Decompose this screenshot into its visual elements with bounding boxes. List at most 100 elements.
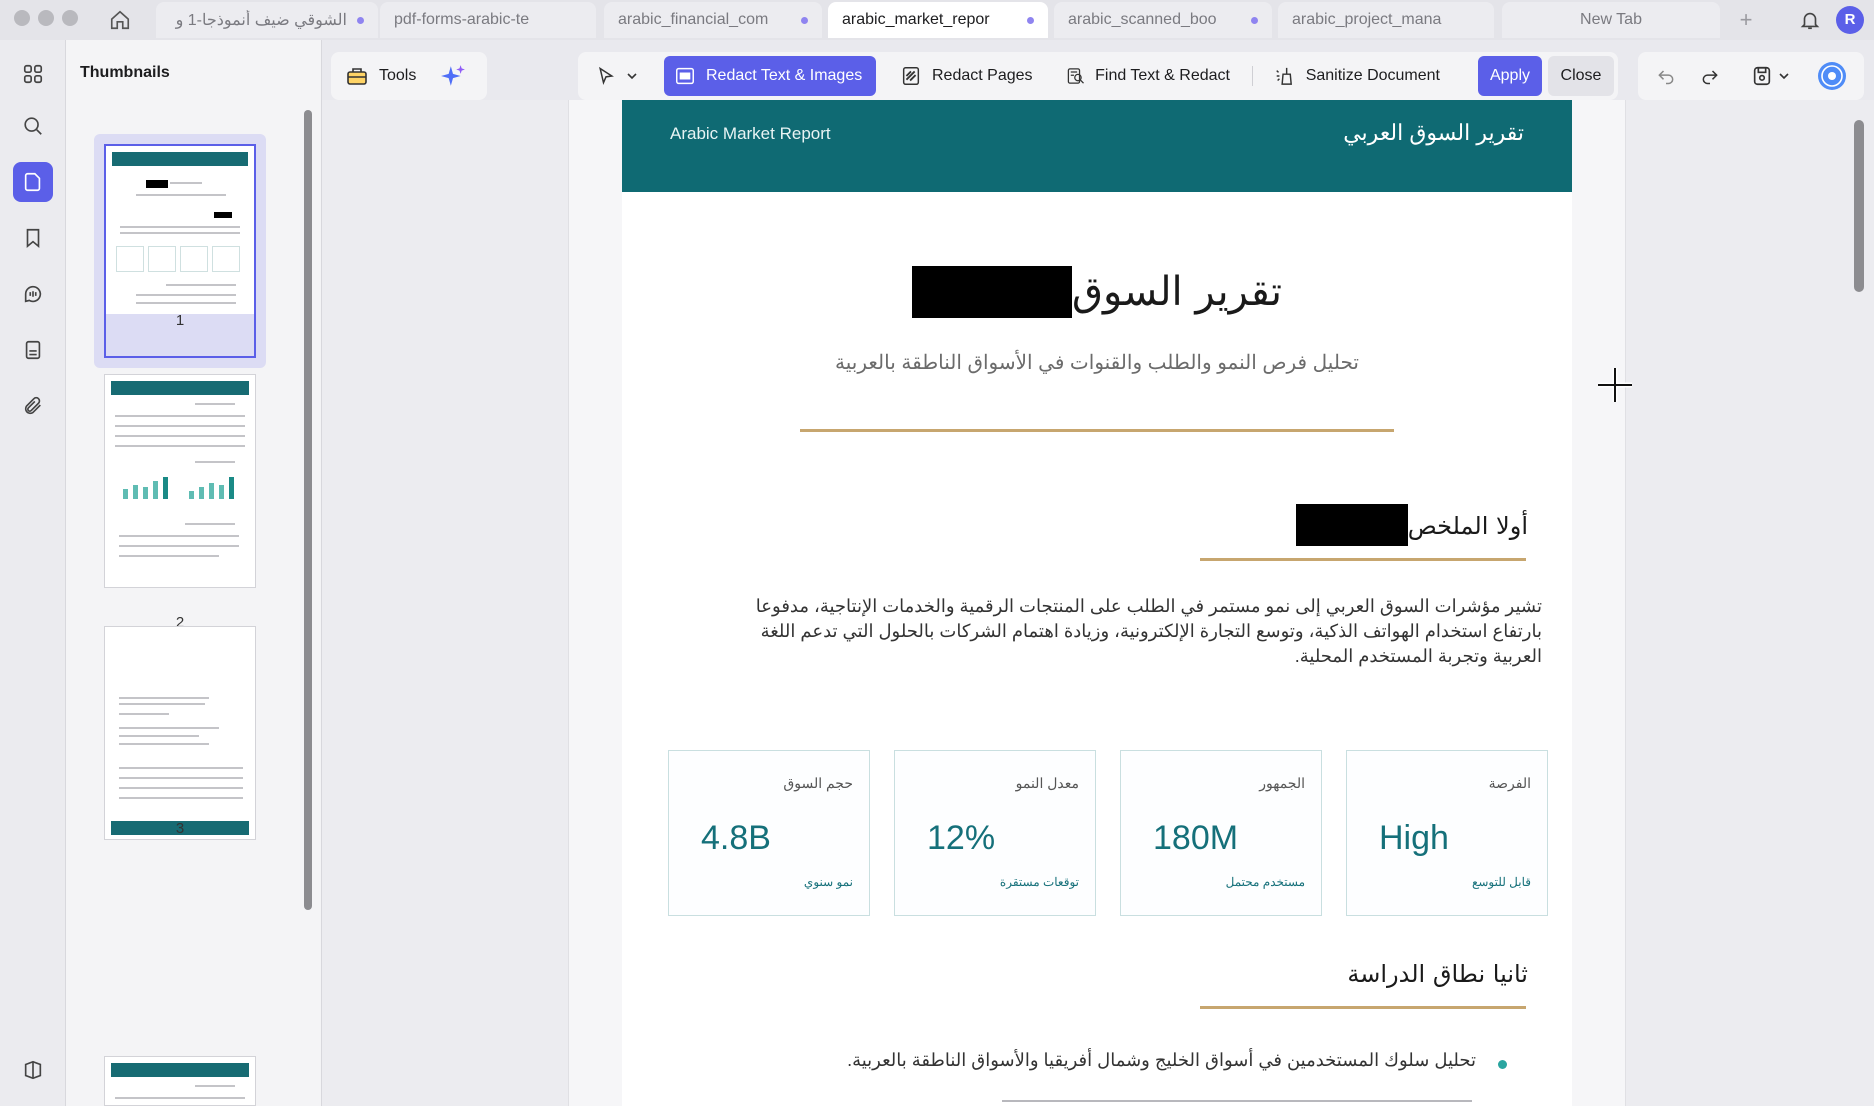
redo-button[interactable] xyxy=(1696,62,1724,90)
find-text-redact-button[interactable]: Find Text & Redact xyxy=(1056,56,1240,96)
thumbnail-page-3[interactable] xyxy=(104,626,256,840)
ai-assistant-button[interactable] xyxy=(1816,60,1848,92)
save-options-dropdown[interactable] xyxy=(1774,62,1794,90)
layers-icon xyxy=(24,1060,42,1080)
thumbnail-line xyxy=(119,555,219,557)
undo-button[interactable] xyxy=(1652,62,1680,90)
window-minimize-button[interactable] xyxy=(38,10,54,26)
sanitize-document-button[interactable]: Sanitize Document xyxy=(1264,56,1450,96)
thumbnail-line xyxy=(195,461,235,463)
bookmarks-button[interactable] xyxy=(13,218,53,258)
thumbnail-line xyxy=(119,777,243,779)
thumbnail-bar xyxy=(123,489,128,499)
thumbnail-chart xyxy=(185,475,245,499)
unsaved-dot-icon xyxy=(801,16,808,24)
search-button[interactable] xyxy=(13,106,53,146)
cut-off-text-line xyxy=(1002,1100,1472,1102)
kpi-value: 180M xyxy=(1153,819,1239,857)
summary-paragraph: تشير مؤشرات السوق العربي إلى نمو مستمر ف… xyxy=(755,596,1542,666)
select-tool-button[interactable] xyxy=(586,56,660,96)
thumbnail-redaction xyxy=(146,180,168,188)
redact-page-icon xyxy=(902,67,920,85)
thumbnails-panel: Thumbnails 1 2 3 xyxy=(66,40,322,1106)
kpi-value: High xyxy=(1379,819,1449,857)
pdf-page[interactable]: Arabic Market Report تقرير السوق العربي … xyxy=(622,100,1572,1106)
redaction-box[interactable] xyxy=(911,266,1072,318)
section-heading-1-text: أولا الملخص xyxy=(1407,512,1528,540)
toolbar-divider xyxy=(1252,66,1253,86)
notifications-button[interactable] xyxy=(1794,4,1826,36)
stamps-button[interactable] xyxy=(13,330,53,370)
tab-new-tab[interactable]: New Tab xyxy=(1502,2,1720,38)
thumbnail-line xyxy=(119,703,205,705)
header-title-en: Arabic Market Report xyxy=(670,124,831,143)
redact-text-images-button[interactable]: Redact Text & Images xyxy=(664,56,876,96)
left-icon-rail xyxy=(0,40,66,1106)
thumbnail-header xyxy=(111,381,249,395)
tab-active[interactable]: arabic_market_repor xyxy=(828,2,1048,38)
redaction-box[interactable] xyxy=(1296,504,1408,546)
thumbnail-number: 3 xyxy=(175,820,185,837)
apps-button[interactable] xyxy=(13,54,53,94)
thumbnails-scrollbar[interactable] xyxy=(304,110,312,910)
tab-6[interactable]: arabic_project_mana xyxy=(1278,2,1494,38)
thumbnails-button[interactable] xyxy=(13,162,53,202)
tab-5[interactable]: arabic_scanned_boo xyxy=(1054,2,1272,38)
home-icon xyxy=(110,10,130,30)
bell-icon xyxy=(1800,12,1820,30)
comments-button[interactable] xyxy=(13,274,53,314)
tools-label: Tools xyxy=(379,67,417,84)
thumbnail-line xyxy=(119,797,243,799)
tab-1[interactable]: الشوقي ضيف أنموذجا-1 و xyxy=(156,2,378,38)
thumbnail-line xyxy=(115,1097,245,1099)
add-tab-button[interactable]: + xyxy=(1732,6,1760,34)
attachments-button[interactable] xyxy=(13,386,53,426)
section-heading-2: ثانيا نطاق الدراسة xyxy=(1347,960,1528,988)
close-button[interactable]: Close xyxy=(1548,56,1614,96)
tab-label: arabic_financial_com xyxy=(618,11,769,28)
ai-sparkle-icon[interactable] xyxy=(440,63,466,89)
page-header-band: Arabic Market Report تقرير السوق العربي xyxy=(622,100,1572,192)
home-button[interactable] xyxy=(104,4,136,36)
tab-3[interactable]: arabic_financial_com xyxy=(604,2,822,38)
thumbnail-line xyxy=(119,735,199,737)
toolbox-icon xyxy=(347,68,367,85)
chevron-down-icon xyxy=(627,73,637,80)
right-toolbar xyxy=(1638,52,1864,100)
thumbnail-line xyxy=(185,523,235,525)
thumbnail-line xyxy=(136,194,226,196)
document-title-row: تقرير السوق xyxy=(622,266,1572,326)
window-zoom-button[interactable] xyxy=(62,10,78,26)
window-close-button[interactable] xyxy=(14,10,30,26)
apply-button[interactable]: Apply xyxy=(1478,56,1542,96)
tools-group[interactable]: Tools xyxy=(331,52,487,100)
thumbnail-bar xyxy=(199,487,204,499)
thumbnail-line xyxy=(115,445,245,447)
save-button[interactable] xyxy=(1748,62,1776,90)
thumbnail-page-4[interactable] xyxy=(104,1056,256,1106)
redact-toolbar: Redact Text & Images Redact Pages Find T… xyxy=(578,52,1618,100)
pointer-icon xyxy=(599,66,614,86)
thumbnail-kpi xyxy=(148,246,176,272)
document-scrollbar[interactable] xyxy=(1854,120,1864,292)
thumbnail-line xyxy=(136,294,236,296)
crosshair-cursor-icon xyxy=(1598,368,1632,402)
tab-label: New Tab xyxy=(1580,11,1642,28)
tab-2[interactable]: pdf-forms-arabic-te xyxy=(380,2,596,38)
redact-pages-button[interactable]: Redact Pages xyxy=(890,56,1044,96)
kpi-card-opportunity: الفرصة High قابل للتوسع xyxy=(1346,750,1548,916)
thumbnail-line xyxy=(119,767,243,769)
undo-icon xyxy=(1658,70,1674,85)
thumbnail-line xyxy=(119,787,243,789)
tab-label: الشوقي ضيف أنموذجا-1 و xyxy=(175,12,347,29)
kpi-label: معدل النمو xyxy=(1015,775,1079,791)
user-avatar[interactable]: R xyxy=(1836,6,1864,34)
thumbnail-number: 1 xyxy=(175,312,185,329)
thumbnail-page-2[interactable] xyxy=(104,374,256,588)
thumbnail-line xyxy=(120,226,240,228)
tab-label: pdf-forms-arabic-te xyxy=(394,11,530,28)
redact-area-icon xyxy=(676,67,694,85)
thumbnail-line xyxy=(166,284,236,286)
scope-bullet-1: تحليل سلوك المستخدمين في أسواق الخليج وش… xyxy=(847,1050,1476,1070)
layers-button[interactable] xyxy=(13,1050,53,1090)
